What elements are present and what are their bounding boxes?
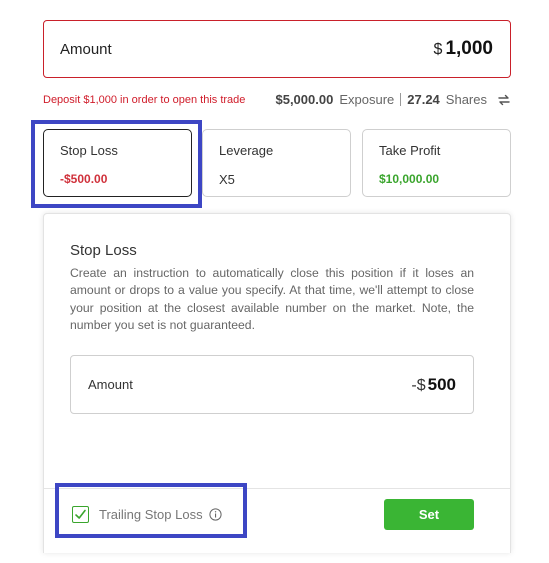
highlight-box-stop-loss-tab (31, 120, 202, 208)
stop-loss-amount-number: 500 (427, 374, 456, 394)
panel-title: Stop Loss (70, 242, 137, 259)
deposit-warning: Deposit $1,000 in order to open this tra… (43, 94, 246, 106)
panel-description: Create an instruction to automatically c… (70, 266, 474, 332)
amount-input[interactable]: Amount $ 1,000 (43, 20, 511, 78)
stop-loss-amount-label: Amount (88, 377, 133, 392)
exposure-row: $5,000.00 Exposure 27.24 Shares (275, 92, 511, 107)
shares-value: 27.24 (407, 92, 440, 107)
highlight-box-trailing-stop (55, 483, 247, 538)
amount-number: 1,000 (445, 38, 493, 59)
tab-take-profit[interactable]: Take Profit $10,000.00 (362, 129, 511, 197)
stop-loss-amount-prefix: -$ (411, 376, 426, 394)
tab-take-profit-value: $10,000.00 (379, 172, 440, 186)
tab-take-profit-title: Take Profit (379, 143, 441, 158)
tab-leverage-title: Leverage (219, 143, 274, 158)
set-button[interactable]: Set (384, 499, 474, 530)
exposure-label: Exposure (339, 92, 395, 107)
exposure-value: $5,000.00 (275, 92, 334, 107)
swap-icon[interactable] (497, 93, 511, 107)
stop-loss-amount-input[interactable]: Amount -$ 500 (70, 355, 474, 414)
amount-value[interactable]: $ 1,000 (434, 38, 493, 60)
tab-leverage[interactable]: Leverage X5 (202, 129, 351, 197)
shares-label: Shares (445, 92, 487, 107)
amount-label: Amount (60, 40, 112, 58)
stop-loss-amount-value[interactable]: -$ 500 (411, 375, 456, 395)
amount-currency: $ (433, 41, 443, 58)
separator (400, 93, 402, 106)
tab-leverage-value: X5 (219, 172, 235, 187)
